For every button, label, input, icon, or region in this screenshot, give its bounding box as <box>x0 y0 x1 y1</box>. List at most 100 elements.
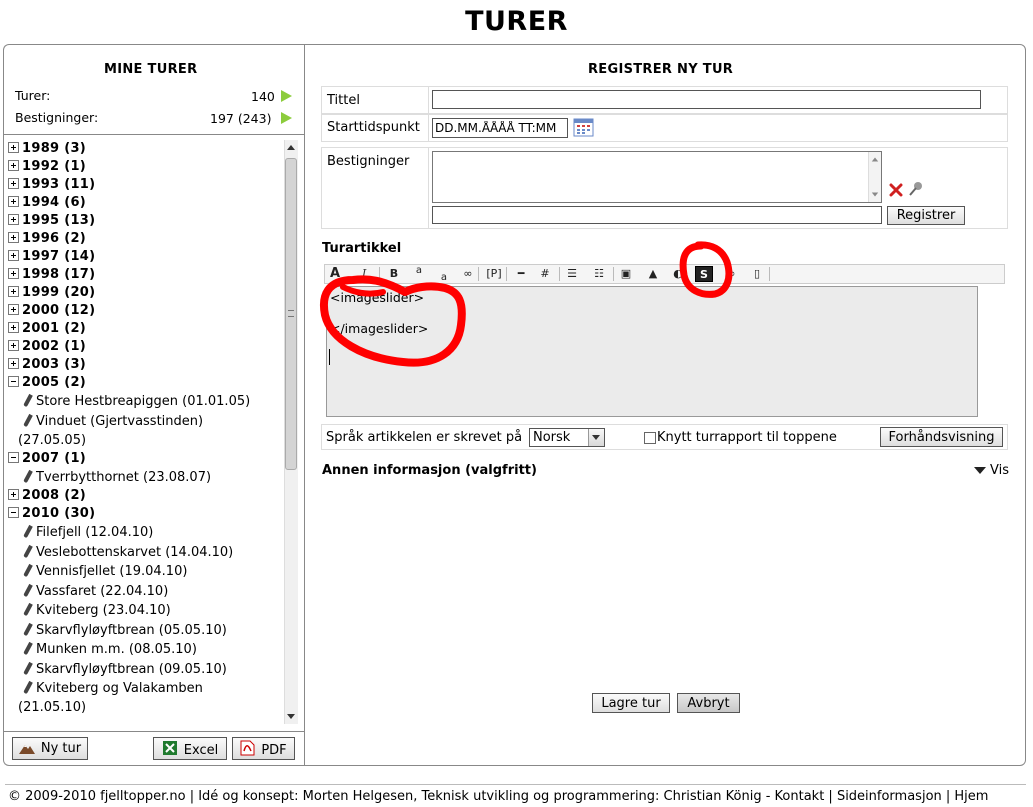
title-input[interactable] <box>432 90 981 109</box>
horizontal-rule-icon[interactable]: ━ <box>512 266 530 282</box>
cancel-button[interactable]: Avbryt <box>677 693 740 713</box>
tree-trip-item[interactable]: Veslebottenskarvet (14.04.10) <box>8 543 280 563</box>
expand-icon[interactable] <box>8 286 19 297</box>
tree-trip-item[interactable]: Tverrbytthornet (23.08.07) <box>8 468 280 488</box>
collapse-icon[interactable] <box>8 376 19 387</box>
tree-year-label: 1992 (1) <box>22 159 87 174</box>
play-icon[interactable] <box>281 112 292 124</box>
collapse-icon[interactable] <box>8 451 19 463</box>
scroll-up-icon[interactable] <box>871 157 879 162</box>
collapse-icon[interactable] <box>8 507 19 518</box>
excel-button[interactable]: Excel <box>153 737 227 760</box>
scroll-down-icon[interactable] <box>287 714 295 719</box>
tree-year-node[interactable]: 2010 (30) <box>8 505 280 523</box>
show-link[interactable]: Vis <box>990 463 1009 478</box>
tree-year-node[interactable]: 1996 (2) <box>8 230 280 248</box>
new-trip-button[interactable]: Ny tur <box>12 737 88 760</box>
start-time-input[interactable] <box>432 118 568 138</box>
expand-icon[interactable] <box>8 196 19 207</box>
link-report-checkbox[interactable] <box>644 432 656 444</box>
expand-icon[interactable] <box>8 489 19 500</box>
tree-year-node[interactable]: 1995 (13) <box>8 212 280 230</box>
expand-icon[interactable] <box>8 250 19 261</box>
tree-year-node[interactable]: 1999 (20) <box>8 284 280 302</box>
superscript-icon[interactable]: a <box>410 263 428 279</box>
tree-year-node[interactable]: 1993 (11) <box>8 176 280 194</box>
expand-icon[interactable] <box>8 232 19 243</box>
tree-trip-item[interactable]: Store Hestbreapiggen (01.01.05) <box>8 392 280 412</box>
expand-icon[interactable] <box>8 340 19 351</box>
tree-year-node[interactable]: 2008 (2) <box>8 487 280 505</box>
expand-icon[interactable] <box>8 142 19 153</box>
expand-icon[interactable] <box>8 268 19 279</box>
scroll-down-icon[interactable] <box>871 192 879 197</box>
tree-year-node[interactable]: 1992 (1) <box>8 158 280 176</box>
expand-icon[interactable] <box>8 322 19 333</box>
tree-year-label: 2007 (1) <box>22 450 87 466</box>
page-title: TURER <box>465 6 568 37</box>
tree-year-node[interactable]: 2007 (1) <box>8 450 280 468</box>
pencil-icon <box>23 524 33 539</box>
imageslider-icon[interactable]: S <box>695 266 713 282</box>
expand-icon[interactable] <box>8 304 19 315</box>
paragraph-icon[interactable]: [P] <box>485 266 503 282</box>
tree-trip-item[interactable]: Vassfaret (22.04.10) <box>8 582 280 602</box>
delete-icon[interactable] <box>889 183 903 197</box>
toolbar-separator <box>769 267 770 281</box>
tree-year-node[interactable]: 2000 (12) <box>8 302 280 320</box>
language-select[interactable]: Norsk <box>529 428 605 447</box>
tree-year-node[interactable]: 2001 (2) <box>8 320 280 338</box>
document-icon[interactable]: ▯ <box>748 266 766 282</box>
save-trip-button[interactable]: Lagre tur <box>592 693 670 713</box>
preview-button[interactable]: Forhåndsvisning <box>880 427 1003 447</box>
tree-year-label: 2000 (12) <box>22 303 96 318</box>
toolbar-separator <box>478 267 479 281</box>
tree-year-node[interactable]: 1989 (3) <box>8 140 280 158</box>
bold-icon[interactable]: B <box>385 266 403 282</box>
expand-icon[interactable] <box>8 358 19 369</box>
ascents-list[interactable] <box>432 151 882 203</box>
trip-date-continued: (27.05.05) <box>18 432 87 448</box>
tree-year-node[interactable]: 2003 (3) <box>8 356 280 374</box>
bullet-list-icon[interactable]: ☰ <box>563 266 581 282</box>
scroll-up-icon[interactable] <box>287 145 295 150</box>
link-icon[interactable]: ∞ <box>459 266 477 282</box>
article-editor[interactable]: <imageslider> </imageslider> <box>326 286 978 417</box>
unlink-icon[interactable]: ∞ <box>722 266 740 282</box>
font-color-icon[interactable]: A <box>330 266 346 282</box>
subscript-icon[interactable]: a <box>435 266 453 283</box>
expand-icon[interactable] <box>8 160 19 171</box>
other-info-heading[interactable]: Annen informasjon (valgfritt) <box>322 463 537 478</box>
table-icon[interactable]: # <box>536 266 554 282</box>
numbered-list-icon[interactable]: ☷ <box>590 266 608 282</box>
divider <box>428 148 429 228</box>
ascent-search-input[interactable] <box>432 206 882 224</box>
tree-year-node[interactable]: 2002 (1) <box>8 338 280 356</box>
play-icon[interactable] <box>281 90 292 102</box>
tree-trip-item[interactable]: Kviteberg (23.04.10) <box>8 601 280 621</box>
tree-trip-item[interactable]: Kviteberg og Valakamben <box>8 679 280 698</box>
expand-icon[interactable] <box>8 214 19 225</box>
tree-trip-item[interactable]: Skarvflyløyftbrean (09.05.10) <box>8 660 280 680</box>
gallery-icon[interactable]: ◐ <box>669 266 687 282</box>
calendar-icon[interactable] <box>573 117 594 137</box>
divider <box>4 731 304 732</box>
italic-icon[interactable]: I <box>362 267 366 280</box>
image-upload-icon[interactable]: ▲ <box>644 266 662 282</box>
register-button[interactable]: Registrer <box>887 206 965 225</box>
tree-year-node[interactable]: 2005 (2) <box>8 374 280 392</box>
divider <box>428 87 429 113</box>
expand-icon[interactable] <box>8 178 19 189</box>
image-icon[interactable]: ▣ <box>617 266 635 282</box>
tree-year-node[interactable]: 1997 (14) <box>8 248 280 266</box>
tree-trip-item[interactable]: Munken m.m. (08.05.10) <box>8 640 280 660</box>
tree-trip-item[interactable]: Vinduet (Gjertvasstinden) <box>8 412 280 431</box>
tree-year-node[interactable]: 1994 (6) <box>8 194 280 212</box>
tree-trip-item[interactable]: Filefjell (12.04.10) <box>8 523 280 543</box>
pin-icon[interactable] <box>907 181 924 198</box>
expand-icon[interactable] <box>974 467 986 474</box>
tree-trip-item[interactable]: Skarvflyløyftbrean (05.05.10) <box>8 621 280 641</box>
tree-year-node[interactable]: 1998 (17) <box>8 266 280 284</box>
tree-trip-item[interactable]: Vennisfjellet (19.04.10) <box>8 562 280 582</box>
pdf-button[interactable]: PDF <box>232 737 295 760</box>
